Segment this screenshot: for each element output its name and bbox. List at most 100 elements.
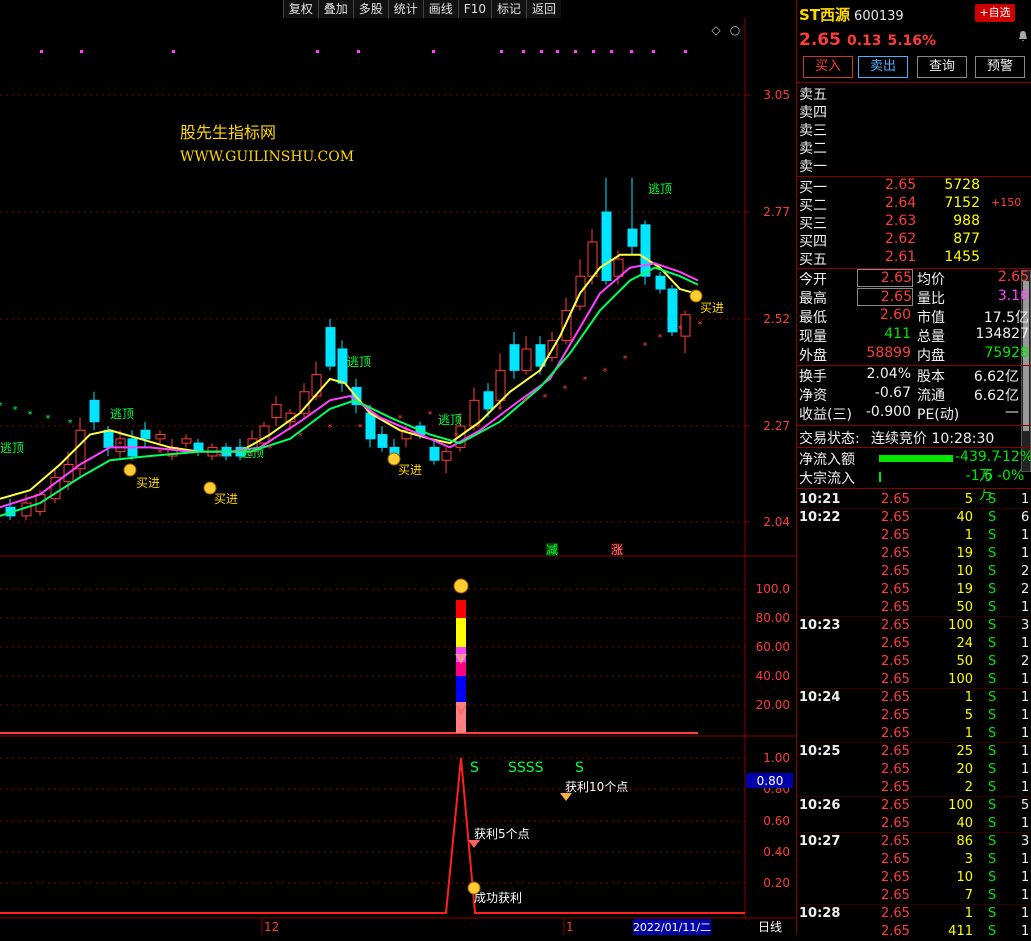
tick-row[interactable]: 2.65 10 S 2 — [797, 563, 1031, 581]
tick-row[interactable]: 2.65 5 S 1 — [797, 707, 1031, 725]
tick-volume: 10 — [956, 564, 973, 579]
tick-row[interactable]: 2.65 100 S 1 — [797, 671, 1031, 689]
toolbar-multi-stock-button[interactable]: 多股 — [352, 0, 388, 18]
tick-row[interactable]: 2.65 20 S 1 — [797, 761, 1031, 779]
tick-row[interactable]: 2.65 411 S 1 — [797, 923, 1031, 941]
bid-price: 2.61 — [885, 249, 917, 265]
tick-row[interactable]: 10:26 2.65 100 S 5 — [797, 797, 1031, 815]
price-change: 0.13 — [846, 33, 882, 49]
tick-row[interactable]: 2.65 1 S 1 — [797, 725, 1031, 743]
tick-row[interactable]: 2.65 10 S 1 — [797, 869, 1031, 887]
tick-row[interactable]: 2.65 7 S 1 — [797, 887, 1031, 905]
escape-top-label: 逃顶 — [0, 441, 24, 455]
toolbar-draw-line-button[interactable]: 画线 — [422, 0, 458, 18]
ask-level-label: 卖三 — [799, 123, 827, 139]
quote-label: 最高 — [799, 291, 827, 307]
add-watchlist-button[interactable]: +自选 — [975, 4, 1015, 22]
tick-volume: 40 — [956, 510, 973, 525]
tick-side: S — [988, 870, 997, 885]
toolbar-restore-rights-button[interactable]: 复权 — [282, 0, 318, 18]
fund-value: 6.62亿 — [973, 369, 1019, 385]
tick-count: 1 — [1021, 762, 1030, 777]
stock-name: ST西源 — [799, 6, 851, 24]
fund-value: — — [1005, 404, 1019, 420]
signal-dot — [556, 50, 559, 53]
tick-row[interactable]: 2.65 2 S 1 — [797, 779, 1031, 797]
tick-volume: 20 — [956, 762, 973, 777]
tick-price: 2.65 — [881, 600, 910, 615]
tick-price: 2.65 — [881, 888, 910, 903]
tick-count: 2 — [1021, 564, 1030, 579]
bid-level-label: 买四 — [799, 234, 827, 250]
tick-row[interactable]: 2.65 50 S 1 — [797, 599, 1031, 617]
signal-dot — [540, 50, 543, 53]
bell-icon[interactable] — [1017, 30, 1029, 42]
tick-price: 2.65 — [881, 906, 910, 921]
toolbar-overlay-button[interactable]: 叠加 — [317, 0, 353, 18]
kline-chart-svg[interactable]: 3.05 2.77 2.52 2.27 2.04 100.0 80.00 60.00 40.00… — [0, 0, 796, 935]
quote-label: 均价 — [917, 272, 945, 288]
toolbar-f10-button[interactable]: F10 — [457, 0, 491, 18]
tick-row[interactable]: 10:25 2.65 25 S 1 — [797, 743, 1031, 761]
buy-button[interactable]: 买入 — [803, 56, 853, 78]
current-date-label: 2022/01/11/二 — [633, 921, 711, 934]
tick-row[interactable]: 10:22 2.65 40 S 6 — [797, 509, 1031, 527]
tick-volume: 5 — [964, 708, 973, 723]
tick-row[interactable]: 2.65 3 S 1 — [797, 851, 1031, 869]
main-axis-label: 2.04 — [763, 515, 790, 529]
quote-label: 最低 — [799, 310, 827, 326]
signal-dot — [522, 50, 525, 53]
rise-marker: 涨 — [611, 542, 623, 557]
tick-row[interactable]: 2.65 50 S 2 — [797, 653, 1031, 671]
bid-volume: 7152 — [944, 195, 980, 211]
tick-row[interactable]: 2.65 24 S 1 — [797, 635, 1031, 653]
toolbar-back-button[interactable]: 返回 — [525, 0, 561, 18]
tick-row[interactable]: 2.65 1 S 1 — [797, 527, 1031, 545]
query-button[interactable]: 查询 — [917, 56, 967, 78]
tick-row[interactable]: 10:28 2.65 1 S 1 — [797, 905, 1031, 923]
flow-bar — [879, 455, 953, 462]
toolbar-mark-button[interactable]: 标记 — [490, 0, 526, 18]
star-marker: * — [454, 431, 459, 442]
candle-down — [509, 344, 520, 371]
tick-row[interactable]: 10:23 2.65 100 S 3 — [797, 617, 1031, 635]
sell-button[interactable]: 卖出 — [858, 56, 908, 78]
tick-side: S — [988, 780, 997, 795]
tick-price: 2.65 — [881, 816, 910, 831]
divider — [797, 488, 1031, 489]
quote-value: 134827 — [975, 326, 1029, 342]
tick-volume: 100 — [948, 672, 973, 687]
tick-side: S — [988, 618, 997, 633]
tick-row[interactable]: 10:21 2.65 5 S 1 — [797, 491, 1031, 509]
star-marker: * — [658, 332, 663, 343]
star-marker: * — [68, 418, 73, 429]
divider — [797, 447, 1031, 448]
tick-side: S — [988, 744, 997, 759]
quote-value: 2.65 — [857, 288, 913, 306]
ind1-axis-label: 40.00 — [756, 669, 790, 683]
quote-label: 量比 — [917, 291, 945, 307]
kline-chart-area[interactable]: 3.05 2.77 2.52 2.27 2.04 100.0 80.00 60.00 40.00… — [0, 0, 796, 935]
tick-price: 2.65 — [881, 762, 910, 777]
main-axis-label: 2.77 — [763, 205, 790, 219]
tick-count: 1 — [1021, 870, 1030, 885]
tick-volume: 1 — [964, 726, 973, 741]
tick-row[interactable]: 10:27 2.65 86 S 3 — [797, 833, 1031, 851]
ask-level-label: 卖五 — [799, 87, 827, 103]
tick-row[interactable]: 2.65 19 S 1 — [797, 545, 1031, 563]
toolbar-statistics-button[interactable]: 统计 — [387, 0, 423, 18]
alert-button[interactable]: 预警 — [975, 56, 1025, 78]
escape-top-label: 逃顶 — [648, 182, 672, 196]
tick-group-divider — [797, 616, 1031, 617]
candle-down — [140, 429, 151, 440]
tick-row[interactable]: 2.65 19 S 2 — [797, 581, 1031, 599]
tick-side: S — [988, 816, 997, 831]
quote-value: 75928 — [984, 345, 1029, 361]
tick-side: S — [988, 546, 997, 561]
star-marker: * — [698, 320, 703, 331]
tick-price: 2.65 — [881, 798, 910, 813]
money-bag-icon — [203, 481, 217, 495]
tick-row[interactable]: 2.65 40 S 1 — [797, 815, 1031, 833]
tick-row[interactable]: 10:24 2.65 1 S 1 — [797, 689, 1031, 707]
candle-up — [271, 404, 282, 418]
